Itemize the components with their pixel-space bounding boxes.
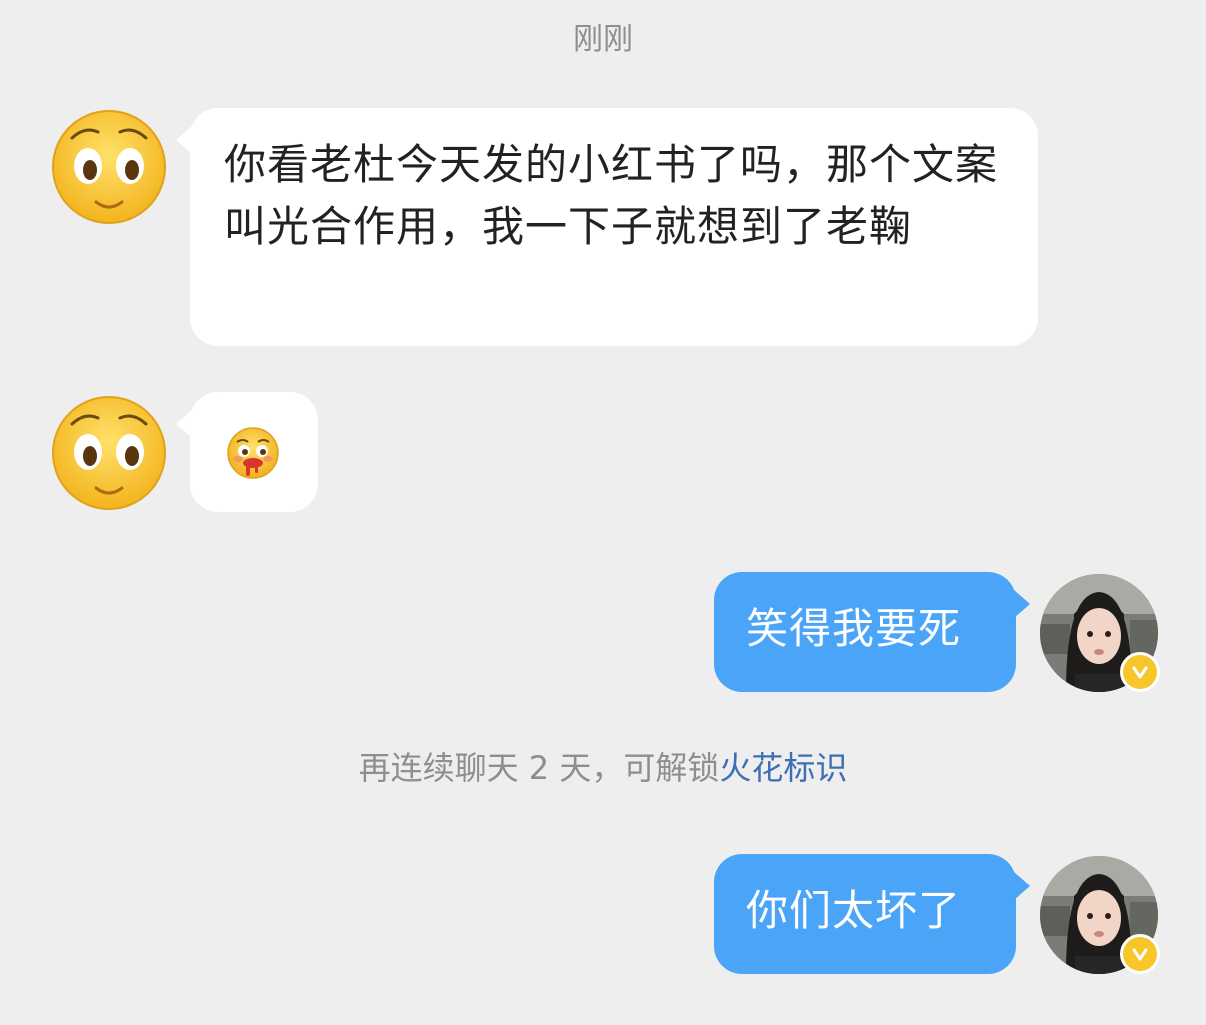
user-avatar[interactable]: [1040, 856, 1160, 974]
system-note: 再连续聊天 2 天，可解锁火花标识: [0, 744, 1206, 792]
system-note-text: 再连续聊天 2 天，可解锁: [358, 749, 720, 787]
smiley-face-icon: [52, 396, 166, 510]
message-text: 笑得我要死: [746, 604, 962, 653]
message-text: 你们太坏了: [746, 886, 962, 935]
verified-badge: [1120, 652, 1160, 692]
verified-badge: [1120, 934, 1160, 974]
bubble-tail: [176, 126, 192, 154]
message-bubble-left[interactable]: [176, 392, 318, 512]
message-bubble-left[interactable]: 你看老杜今天发的小红书了吗，那个文案叫光合作用，我一下子就想到了老鞠: [176, 108, 1038, 346]
bubble-tail: [1014, 590, 1030, 618]
drooling-face-icon: [227, 427, 279, 479]
user-avatar[interactable]: [1040, 574, 1160, 692]
bubble-tail: [176, 410, 192, 438]
contact-avatar[interactable]: [50, 108, 168, 226]
timestamp: 刚刚: [573, 22, 633, 57]
bubble-tail: [1014, 872, 1030, 900]
smiley-face-icon: [52, 110, 166, 224]
checkmark-icon: [1132, 666, 1148, 679]
message-bubble-right[interactable]: 你们太坏了: [714, 854, 1030, 974]
spark-badge-link[interactable]: 火花标识: [719, 749, 847, 787]
contact-avatar[interactable]: [50, 394, 168, 512]
message-bubble-right[interactable]: 笑得我要死: [714, 572, 1030, 692]
checkmark-icon: [1132, 948, 1148, 961]
message-text: 你看老杜今天发的小红书了吗，那个文案叫光合作用，我一下子就想到了老鞠: [224, 140, 999, 251]
